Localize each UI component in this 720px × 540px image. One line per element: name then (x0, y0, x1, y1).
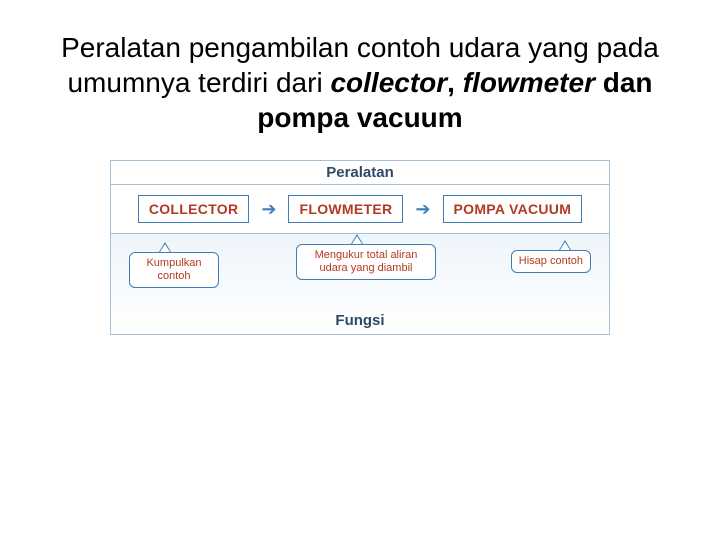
flow-row: COLLECTOR ➔ FLOWMETER ➔ POMPA VACUUM (111, 185, 609, 233)
callout-bubble: Hisap contoh (511, 250, 591, 273)
callout-flowmeter: Mengukur total aliran udara yang diambil (296, 244, 436, 280)
callout-tail-icon (159, 242, 171, 252)
callout-tail-icon (559, 240, 571, 250)
section-label-top: Peralatan (111, 161, 609, 184)
slide-title: Peralatan pengambilan contoh udara yang … (55, 30, 665, 135)
title-text-2: , (447, 67, 463, 98)
title-italic-1: collector (330, 67, 447, 98)
callout-bubble: Kumpulkan contoh (129, 252, 219, 288)
slide: Peralatan pengambilan contoh udara yang … (0, 0, 720, 540)
node-collector: COLLECTOR (138, 195, 250, 223)
callout-pompa: Hisap contoh (511, 250, 591, 273)
diagram-container: Peralatan COLLECTOR ➔ FLOWMETER ➔ POMPA … (110, 160, 610, 335)
arrow-icon: ➔ (415, 199, 430, 220)
callout-collector: Kumpulkan contoh (129, 252, 219, 288)
section-label-bottom: Fungsi (111, 309, 609, 332)
node-pompa-vacuum: POMPA VACUUM (443, 195, 583, 223)
arrow-icon: ➔ (261, 199, 276, 220)
title-bold-1: pompa vacuum (257, 102, 462, 133)
title-text-3: dan (595, 67, 653, 98)
node-flowmeter: FLOWMETER (288, 195, 403, 223)
title-italic-2: flowmeter (463, 67, 595, 98)
callout-bubble: Mengukur total aliran udara yang diambil (296, 244, 436, 280)
function-area: Kumpulkan contoh Mengukur total aliran u… (111, 234, 609, 334)
callout-tail-icon (351, 234, 363, 244)
